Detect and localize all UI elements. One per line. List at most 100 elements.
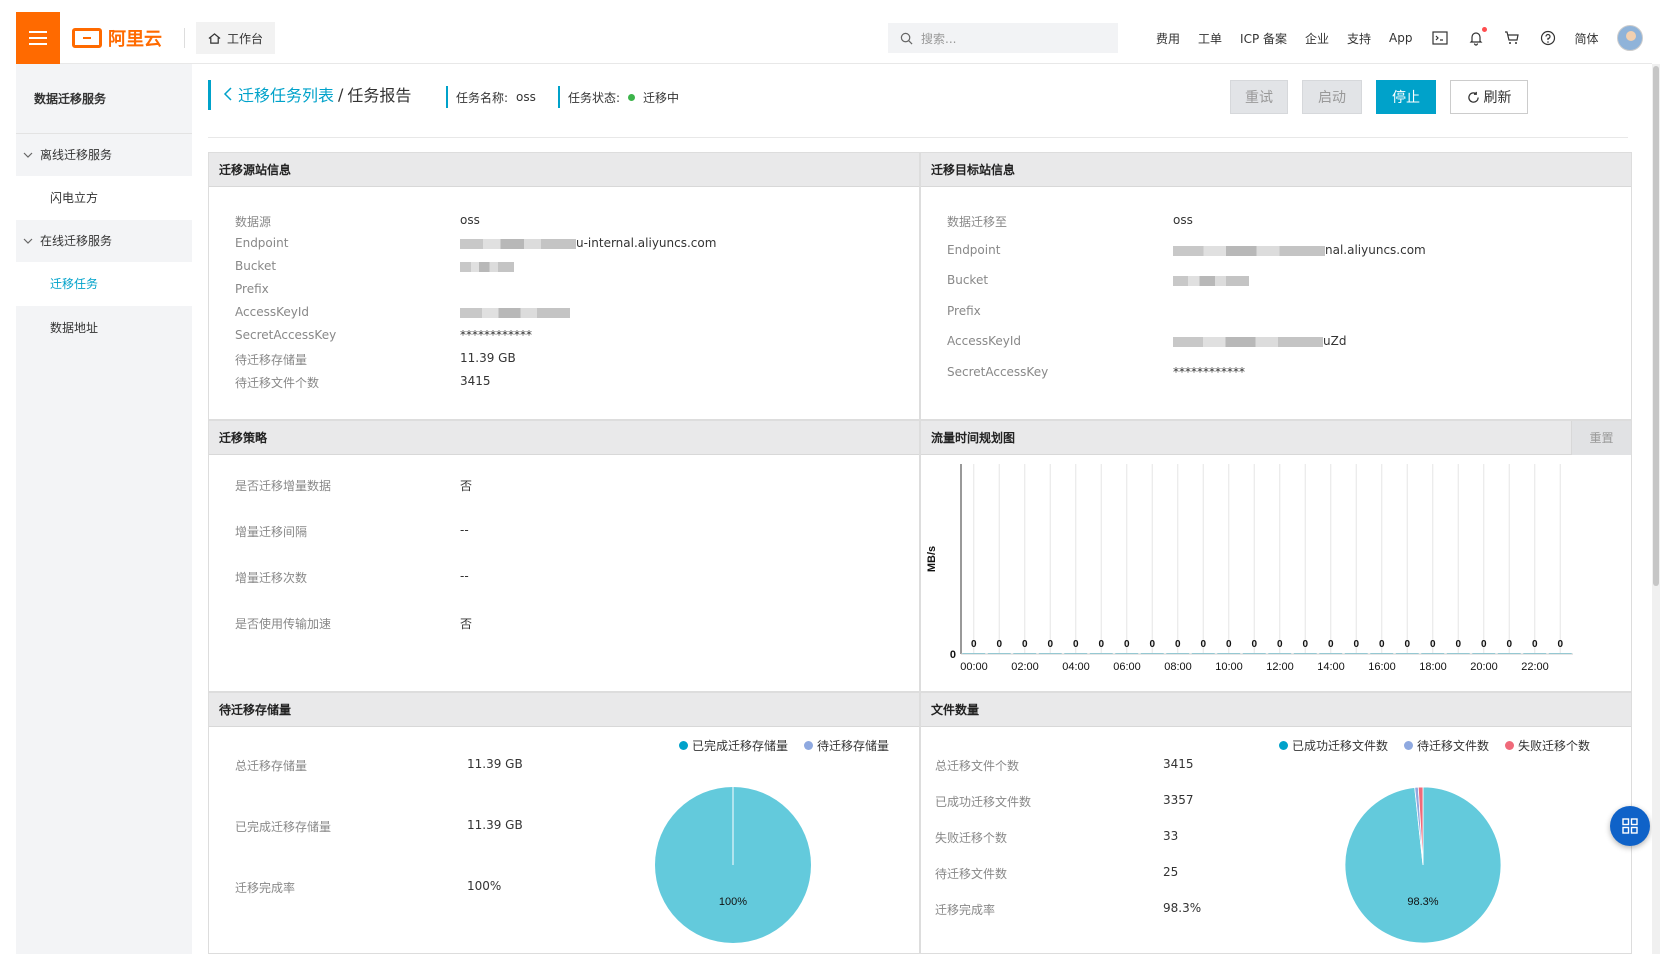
search-input[interactable]: 搜索... xyxy=(888,23,1118,53)
legend-item[interactable]: 待迁移文件数 xyxy=(1404,737,1489,754)
x-tick-label: 16:00 xyxy=(1368,661,1396,673)
sidebar-item-data-address[interactable]: 数据地址 xyxy=(16,306,192,350)
nav-enterprise[interactable]: 企业 xyxy=(1305,30,1329,47)
chevron-left-icon[interactable] xyxy=(222,86,234,102)
target-panel-title: 迁移目标站信息 xyxy=(921,153,1631,187)
kv-value: 否 xyxy=(460,479,473,493)
pie-label: 100% xyxy=(719,896,747,908)
top-bar: 阿里云 工作台 搜索... 费用 工单 ICP 备案 企业 支持 App 简体 xyxy=(16,12,1652,64)
traffic-panel: 流量时间规划图 重置 MB/s 0 0 0 0 0 0 0 0 0 0 0 0 0 0 0 0 0 0 0 0 0 0 0 0 0… xyxy=(920,420,1632,692)
kv-value: 33 xyxy=(1163,829,1179,843)
hamburger-menu-button[interactable] xyxy=(16,12,60,64)
kv-value: 25 xyxy=(1163,865,1179,879)
kv-key: 迁移完成率 xyxy=(235,881,296,895)
kv-key: 是否迁移增量数据 xyxy=(235,479,332,493)
search-placeholder: 搜索... xyxy=(921,31,957,46)
legend-item[interactable]: 失败迁移个数 xyxy=(1505,737,1590,754)
kv-key: 失败迁移个数 xyxy=(935,831,1008,845)
kv-key: 增量迁移间隔 xyxy=(235,525,308,539)
kv-value: oss xyxy=(1173,213,1193,227)
kv-value: 98.3% xyxy=(1163,901,1202,915)
x-tick-label: 22:00 xyxy=(1521,661,1549,673)
terminal-icon[interactable] xyxy=(1431,29,1449,47)
data-label: 0 xyxy=(1404,639,1410,650)
home-icon xyxy=(208,32,221,44)
legend-item[interactable]: 已成功迁移文件数 xyxy=(1279,737,1388,754)
reset-button[interactable]: 重置 xyxy=(1571,421,1631,455)
sidebar-item-migration-task[interactable]: 迁移任务 xyxy=(16,262,192,306)
sidebar-item-lightning-cube[interactable]: 闪电立方 xyxy=(16,176,192,220)
kv-key: 迁移完成率 xyxy=(935,903,996,917)
data-label: 0 xyxy=(1047,639,1053,650)
nav-support[interactable]: 支持 xyxy=(1347,30,1371,47)
apps-float-button[interactable] xyxy=(1610,806,1650,846)
data-label: 0 xyxy=(1251,639,1257,650)
sidebar-group-label: 离线迁移服务 xyxy=(40,148,113,162)
storage-legend: 已完成迁移存储量 待迁移存储量 xyxy=(679,737,889,754)
source-panel-title: 迁移源站信息 xyxy=(209,153,919,187)
files-legend: 已成功迁移文件数 待迁移文件数 失败迁移个数 xyxy=(1279,737,1590,754)
kv-value: ************ xyxy=(1173,365,1245,379)
workbench-button[interactable]: 工作台 xyxy=(196,22,276,54)
redacted-value xyxy=(460,238,576,249)
kv-key: Endpoint xyxy=(235,236,289,250)
kv-key: 是否使用传输加速 xyxy=(235,617,332,631)
traffic-title-text: 流量时间规划图 xyxy=(931,431,1016,445)
kv-value: -- xyxy=(460,523,469,537)
data-label: 0 xyxy=(1430,639,1436,650)
page-scrollbar[interactable] xyxy=(1652,64,1660,954)
status-dot-icon xyxy=(628,93,636,101)
kv-key: Endpoint xyxy=(947,243,1001,257)
refresh-icon xyxy=(1467,91,1479,103)
bell-icon[interactable] xyxy=(1467,27,1487,47)
storage-panel: 待迁移存储量 总迁移存储量 11.39 GB 已完成迁移存储量 11.39 GB 迁… xyxy=(208,692,920,954)
retry-button[interactable]: 重试 xyxy=(1230,80,1288,114)
page-title: 迁移任务列表 / 任务报告 xyxy=(222,82,411,106)
breadcrumb-separator: / xyxy=(338,84,344,104)
sidebar-group-offline[interactable]: 离线迁移服务 xyxy=(16,134,192,176)
y-axis-label: MB/s xyxy=(926,546,938,572)
data-label: 0 xyxy=(971,639,977,650)
help-icon[interactable] xyxy=(1539,29,1557,47)
nav-icp[interactable]: ICP 备案 xyxy=(1240,30,1287,47)
grid-icon xyxy=(1622,818,1638,834)
nav-billing[interactable]: 费用 xyxy=(1156,30,1180,47)
legend-label: 失败迁移个数 xyxy=(1518,739,1591,753)
legend-item[interactable]: 已完成迁移存储量 xyxy=(679,737,788,754)
data-label: 0 xyxy=(1022,639,1028,650)
sidebar-group-online[interactable]: 在线迁移服务 xyxy=(16,220,192,262)
notification-dot xyxy=(1481,27,1487,32)
storage-panel-title: 待迁移存储量 xyxy=(209,693,919,727)
kv-key: 待迁移文件个数 xyxy=(235,376,320,390)
x-tick-label: 12:00 xyxy=(1266,661,1294,673)
pie-label: 98.3% xyxy=(1407,896,1438,908)
legend-swatch xyxy=(1279,741,1288,750)
task-status-label: 任务状态: xyxy=(568,90,621,105)
language-switch[interactable]: 简体 xyxy=(1575,30,1599,47)
nav-ticket[interactable]: 工单 xyxy=(1198,30,1222,47)
stop-button[interactable]: 停止 xyxy=(1376,80,1436,114)
kv-value: 11.39 GB xyxy=(467,757,523,771)
kv-value: 11.39 GB xyxy=(460,351,516,365)
data-label: 0 xyxy=(1302,639,1308,650)
back-link[interactable]: 迁移任务列表 xyxy=(238,82,334,106)
kv-value xyxy=(1173,273,1249,287)
access-key-suffix: uZd xyxy=(1323,334,1347,348)
refresh-button[interactable]: 刷新 xyxy=(1450,80,1528,114)
redacted-value xyxy=(1173,275,1249,286)
kv-key: 已成功迁移文件数 xyxy=(935,795,1032,809)
legend-item[interactable]: 待迁移存储量 xyxy=(804,737,889,754)
chevron-down-icon xyxy=(23,238,33,244)
cart-icon[interactable] xyxy=(1503,29,1521,47)
user-avatar[interactable] xyxy=(1616,25,1643,51)
brand-logo[interactable]: 阿里云 xyxy=(72,24,162,52)
top-nav: 费用 工单 ICP 备案 企业 支持 App 简体 xyxy=(1156,12,1643,64)
scrollbar-thumb[interactable] xyxy=(1653,66,1659,586)
data-label: 0 xyxy=(1226,639,1232,650)
kv-key: SecretAccessKey xyxy=(947,365,1049,379)
data-label: 0 xyxy=(1379,639,1385,650)
nav-app[interactable]: App xyxy=(1389,31,1412,45)
kv-key: 总迁移存储量 xyxy=(235,759,308,773)
endpoint-suffix: nal.aliyuncs.com xyxy=(1325,243,1426,257)
start-button[interactable]: 启动 xyxy=(1302,80,1362,114)
